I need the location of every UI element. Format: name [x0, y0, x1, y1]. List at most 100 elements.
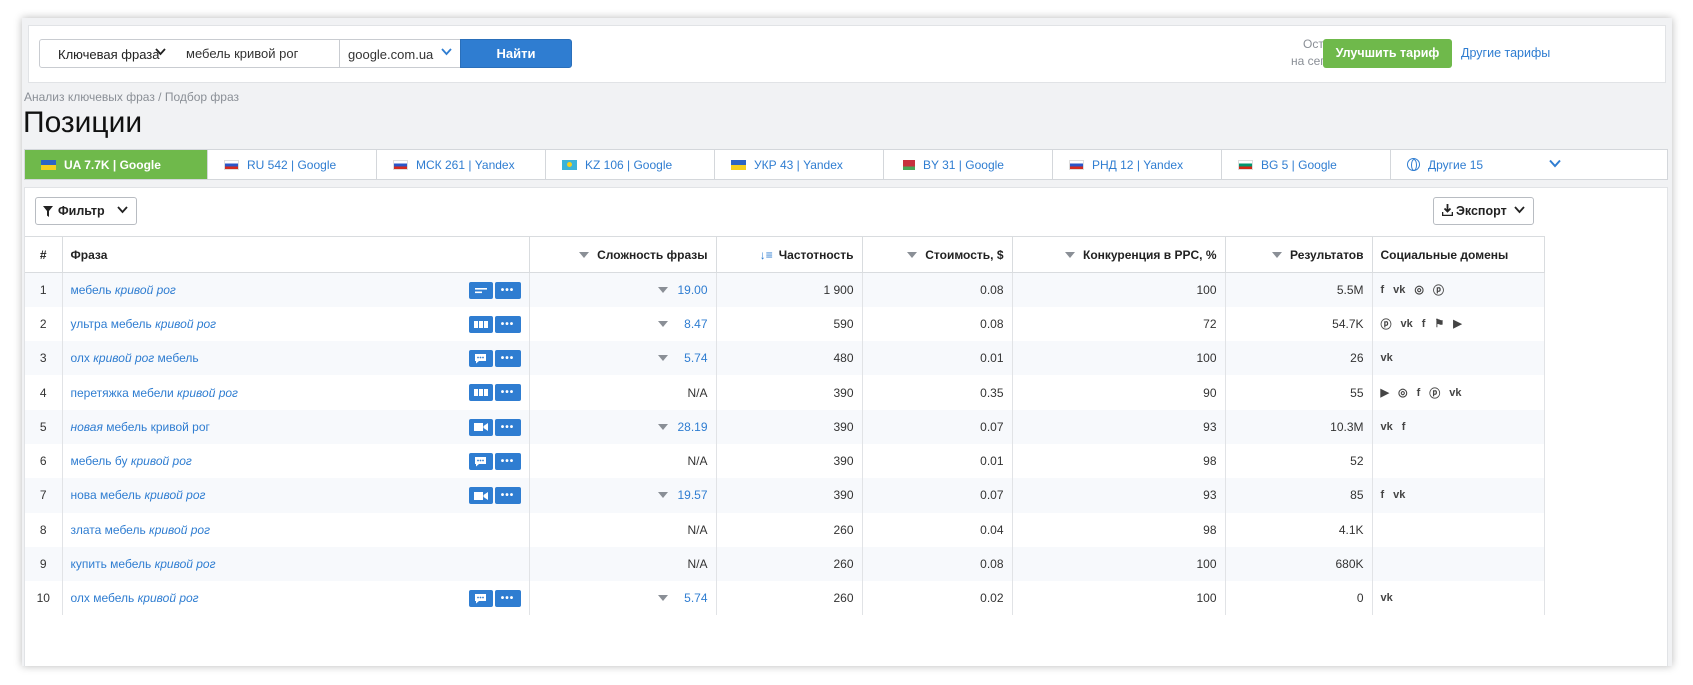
instagram-icon[interactable]: ◎ — [1414, 283, 1424, 296]
vk-icon[interactable]: vk — [1401, 318, 1413, 330]
serp-video-icon[interactable] — [468, 418, 493, 436]
instagram-icon[interactable]: ◎ — [1398, 386, 1408, 399]
region-tab[interactable]: UA 7.7K | Google — [25, 150, 208, 179]
serp-chat-icon[interactable] — [468, 590, 493, 608]
col-header-difficulty[interactable]: Сложность фразы — [529, 236, 717, 273]
pinterest-icon[interactable]: ⓟ — [1381, 316, 1392, 332]
phrase-link[interactable]: перетяжка мебели кривой рог — [71, 386, 238, 400]
phrase-highlight: кривой рог — [144, 488, 206, 503]
phrase-link[interactable]: олх кривой рог мебель — [71, 351, 199, 365]
vk-icon[interactable]: vk — [1381, 592, 1393, 604]
vk-icon[interactable]: vk — [1381, 421, 1393, 433]
phrase-text: олх мебель — [70, 591, 138, 606]
facebook-icon[interactable]: f — [1402, 421, 1406, 433]
serp-snippet-icon[interactable] — [468, 282, 493, 299]
page-title: Позиции — [23, 106, 143, 139]
phrase-cell: перетяжка мебели кривой рог ••• — [62, 375, 530, 410]
more-icon[interactable]: ••• — [494, 282, 521, 299]
chevron-down-icon[interactable] — [1549, 159, 1561, 168]
expand-difficulty-icon[interactable] — [657, 492, 668, 499]
sort-desc-active-icon: ↓≡ — [759, 247, 773, 262]
phrase-link[interactable]: мебель кривой рог — [71, 283, 176, 297]
vk-icon[interactable]: vk — [1393, 284, 1405, 296]
serp-grid-icon[interactable] — [468, 315, 493, 333]
table-row: 9 купить мебель кривой рог N/A 260 0.08 100 68… — [25, 546, 1545, 582]
search-mode-select[interactable]: Ключевая фраза — [39, 39, 177, 68]
col-header-ppc[interactable]: Конкуренция в PPC, % — [1012, 236, 1226, 273]
social-cell: f vk ◎ ⓟ — [1372, 272, 1545, 307]
difficulty-value[interactable]: 28.19 — [677, 420, 707, 434]
more-icon[interactable]: ••• — [494, 418, 521, 436]
serp-grid-icon[interactable] — [468, 384, 493, 402]
phrase-cell: купить мебель кривой рог — [62, 546, 530, 582]
col-header-cost[interactable]: Стоимость, $ — [862, 236, 1013, 273]
more-icon[interactable]: ••• — [494, 384, 521, 402]
phrase-link[interactable]: ультра мебель кривой рог — [71, 317, 217, 331]
youtube-icon[interactable]: ▶ — [1381, 386, 1389, 399]
col-header-phrase[interactable]: Фраза — [62, 236, 530, 273]
search-input[interactable] — [176, 39, 340, 68]
cost-cell: 0.01 — [862, 443, 1013, 479]
upgrade-plan-button[interactable]: Улучшить тариф — [1323, 39, 1452, 68]
expand-difficulty-icon[interactable] — [657, 355, 668, 362]
pinterest-icon[interactable]: ⓟ — [1429, 385, 1440, 401]
phrase-link[interactable]: нова мебель кривой рог — [71, 488, 206, 502]
more-icon[interactable]: ••• — [494, 350, 521, 368]
region-tab[interactable]: RU 542 | Google — [208, 150, 377, 179]
vk-icon[interactable]: vk — [1449, 387, 1461, 399]
ppc-cell: 100 — [1012, 272, 1226, 307]
filter-button[interactable]: Фильтр — [35, 197, 137, 225]
region-tab[interactable]: BG 5 | Google — [1222, 150, 1391, 179]
more-icon[interactable]: ••• — [494, 590, 521, 608]
facebook-icon[interactable]: f — [1381, 489, 1385, 501]
difficulty-value[interactable]: 8.47 — [684, 317, 707, 331]
serp-chat-icon[interactable] — [468, 350, 493, 368]
more-icon[interactable]: ••• — [494, 452, 521, 470]
difficulty-value[interactable]: 19.00 — [677, 283, 707, 297]
youtube-icon[interactable]: ▶ — [1453, 317, 1461, 330]
export-button[interactable]: Экспорт — [1433, 197, 1534, 225]
phrase-link[interactable]: купить мебель кривой рог — [71, 557, 216, 571]
vk-icon[interactable]: vk — [1393, 489, 1405, 501]
phrase-link[interactable]: олх мебель кривой рог — [71, 591, 199, 605]
expand-difficulty-icon[interactable] — [657, 595, 668, 602]
search-engine-select[interactable]: google.com.ua — [340, 39, 461, 68]
col-header-frequency[interactable]: ↓≡ Частотность — [716, 236, 863, 273]
region-tab[interactable]: Другие 15 — [1391, 150, 1569, 179]
phrase-link[interactable]: мебель бу кривой рог — [71, 454, 192, 468]
more-icon[interactable]: ••• — [494, 487, 521, 505]
expand-difficulty-icon[interactable] — [657, 320, 668, 327]
col-header-index: # — [25, 236, 63, 273]
other-plans-link[interactable]: Другие тарифы — [1461, 46, 1550, 60]
cost-cell: 0.07 — [862, 478, 1013, 513]
more-icon[interactable]: ••• — [494, 315, 521, 333]
serp-chat-icon[interactable] — [468, 452, 493, 470]
expand-difficulty-icon[interactable] — [657, 423, 668, 430]
difficulty-value[interactable]: 5.74 — [684, 351, 707, 365]
find-button[interactable]: Найти — [460, 39, 572, 68]
cost-cell: 0.08 — [862, 546, 1013, 582]
vk-icon[interactable]: vk — [1381, 352, 1393, 364]
region-tab[interactable]: МСК 261 | Yandex — [377, 150, 546, 179]
facebook-icon[interactable]: f — [1381, 284, 1385, 296]
col-header-results[interactable]: Результатов — [1225, 236, 1373, 273]
serp-video-icon[interactable] — [468, 487, 493, 505]
region-tab[interactable]: УКР 43 | Yandex — [715, 150, 884, 179]
social-cell: vk — [1372, 581, 1545, 616]
expand-difficulty-icon[interactable] — [657, 287, 668, 293]
phrase-link[interactable]: новая мебель кривой рог — [71, 420, 210, 434]
difficulty-value[interactable]: 5.74 — [684, 591, 707, 605]
facebook-icon[interactable]: f — [1417, 387, 1421, 399]
pinterest-icon[interactable]: ⓟ — [1433, 282, 1444, 298]
region-tab[interactable]: KZ 106 | Google — [546, 150, 715, 179]
chevron-down-icon — [117, 206, 128, 214]
foursquare-icon[interactable]: ⚑ — [1434, 317, 1444, 330]
region-tab[interactable]: РНД 12 | Yandex — [1053, 150, 1222, 179]
facebook-icon[interactable]: f — [1422, 318, 1426, 330]
social-icons: vk — [1381, 352, 1536, 364]
table-row: 1 мебель кривой рог ••• 19.00 1 900 0.08 100 5.… — [25, 272, 1545, 307]
region-tab[interactable]: BY 31 | Google — [884, 150, 1053, 179]
phrase-link[interactable]: злата мебель кривой рог — [71, 523, 211, 537]
difficulty-value[interactable]: 19.57 — [677, 488, 707, 502]
flag-kz-icon — [562, 159, 577, 170]
